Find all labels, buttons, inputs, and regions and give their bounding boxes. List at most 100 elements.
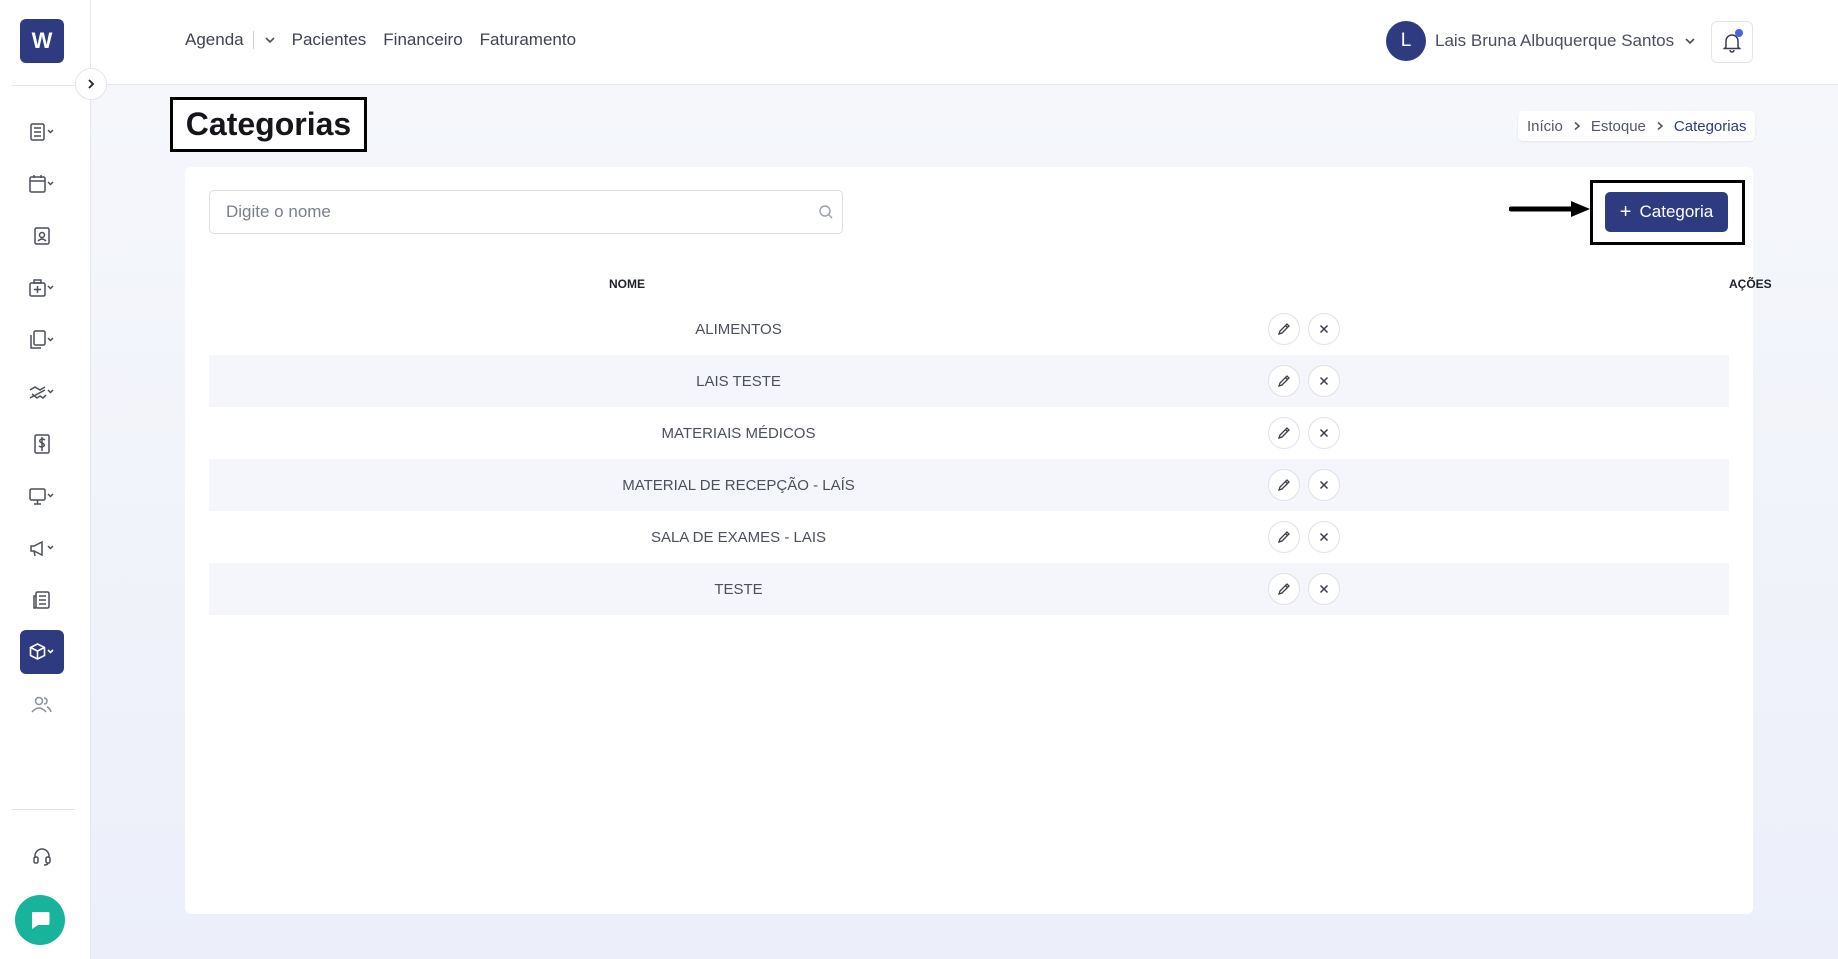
sidebar-item-calendar[interactable] (20, 162, 64, 206)
sidebar-item-news[interactable] (20, 578, 64, 622)
delete-button[interactable] (1308, 313, 1340, 345)
add-category-button[interactable]: + Categoria (1605, 192, 1728, 232)
newspaper-icon (33, 591, 50, 609)
sidebar-item-documents[interactable] (20, 318, 64, 362)
notifications-button[interactable] (1711, 21, 1753, 63)
delete-button[interactable] (1308, 469, 1340, 501)
page-title-text: Categorias (185, 106, 352, 142)
sidebar-item-patients[interactable] (20, 214, 64, 258)
box-icon (29, 643, 54, 660)
edit-button[interactable] (1268, 313, 1300, 345)
notification-dot (1735, 29, 1743, 37)
headset-icon (33, 848, 51, 866)
plus-icon: + (1619, 201, 1632, 223)
table-header: NOME AÇÕES (209, 264, 1772, 303)
column-header-actions-label: AÇÕES (1729, 276, 1772, 291)
close-icon (1319, 532, 1329, 542)
nav-financeiro[interactable]: Financeiro (383, 30, 462, 50)
nav-agenda[interactable]: Agenda (185, 30, 244, 50)
table-row: SALA DE EXAMES - LAIS (209, 511, 1729, 563)
table-row: MATERIAIS MÉDICOS (209, 407, 1729, 459)
delete-button[interactable] (1308, 417, 1340, 449)
users-icon (31, 696, 52, 713)
sidebar-item-users[interactable] (20, 682, 64, 726)
user-menu-toggle[interactable] (1684, 35, 1696, 47)
pencil-icon (1277, 583, 1290, 596)
top-bar: Agenda Pacientes Financeiro Faturamento … (91, 0, 1838, 85)
column-header-actions: AÇÕES (1045, 277, 1772, 291)
pencil-icon (1277, 323, 1290, 336)
agenda-dropdown-toggle[interactable] (264, 34, 276, 46)
nav-pacientes[interactable]: Pacientes (292, 30, 367, 50)
add-button-highlight: + Categoria (1590, 180, 1745, 245)
documents-icon (30, 330, 54, 349)
nav-faturamento[interactable]: Faturamento (480, 30, 576, 50)
category-name: ALIMENTOS (695, 320, 782, 338)
page-title: Categorias (170, 97, 367, 152)
breadcrumb-current: Categorias (1673, 117, 1747, 135)
sidebar-item-monitor[interactable] (20, 474, 64, 518)
chevron-down-icon (265, 37, 275, 44)
pencil-icon (1277, 479, 1290, 492)
edit-button[interactable] (1268, 417, 1300, 449)
user-name: Lais Bruna Albuquerque Santos (1435, 31, 1675, 50)
delete-button[interactable] (1308, 521, 1340, 553)
sidebar-item-support[interactable] (20, 834, 64, 878)
sidebar-item-handshake[interactable] (20, 370, 64, 414)
arrow-annotation (1509, 201, 1590, 217)
close-icon (1319, 428, 1329, 438)
calendar-icon (29, 175, 54, 193)
chevron-right-icon (1574, 121, 1581, 131)
edit-button[interactable] (1268, 573, 1300, 605)
sidebar-divider (12, 85, 75, 86)
table-row: MATERIAL DE RECEPÇÃO - LAÍS (209, 459, 1729, 511)
logo-letter: W (31, 28, 53, 53)
breadcrumb-separator (1655, 121, 1665, 131)
monitor-icon (29, 488, 54, 505)
delete-button[interactable] (1308, 573, 1340, 605)
app-logo[interactable]: W (20, 19, 64, 63)
pencil-icon (1277, 375, 1290, 388)
sidebar-item-medical[interactable] (20, 266, 64, 310)
sidebar-item-marketing[interactable] (20, 526, 64, 570)
row-actions (1268, 469, 1729, 501)
breadcrumb-home[interactable]: Início (1527, 118, 1563, 135)
edit-button[interactable] (1268, 521, 1300, 553)
handshake-icon (29, 386, 54, 399)
search-input[interactable] (210, 191, 842, 233)
close-icon (1319, 480, 1329, 490)
list-icon (30, 123, 54, 141)
patient-card-icon (34, 227, 50, 245)
row-actions (1268, 417, 1729, 449)
chevron-right-icon (1657, 121, 1664, 131)
edit-button[interactable] (1268, 365, 1300, 397)
sidebar-item-finance[interactable] (20, 422, 64, 466)
delete-button[interactable] (1308, 365, 1340, 397)
categories-table: NOME AÇÕES ALIMENTOS LAIS TESTE MATERIAI… (209, 264, 1772, 615)
table-body: ALIMENTOS LAIS TESTE MATERIAIS MÉDICOS M… (209, 303, 1729, 615)
row-actions (1268, 521, 1729, 553)
table-row: TESTE (209, 563, 1729, 615)
chat-button[interactable] (15, 895, 65, 945)
column-header-name: NOME (609, 276, 645, 291)
sidebar-item-list[interactable] (20, 110, 64, 154)
sidebar-toggle-button[interactable] (75, 68, 107, 100)
user-menu[interactable]: L Lais Bruna Albuquerque Santos (1386, 21, 1696, 61)
breadcrumb-stock[interactable]: Estoque (1591, 118, 1646, 135)
search-icon (819, 205, 833, 219)
avatar-initial: L (1400, 30, 1412, 51)
edit-button[interactable] (1268, 469, 1300, 501)
row-actions (1268, 313, 1729, 345)
pencil-icon (1277, 531, 1290, 544)
chat-icon (32, 912, 50, 929)
categories-card: + Categoria NOME AÇÕES ALIMENTOS LAIS TE… (185, 167, 1772, 914)
sidebar-item-stock[interactable] (20, 630, 64, 674)
top-nav: Agenda Pacientes Financeiro Faturamento (185, 30, 593, 50)
chevron-right-icon (88, 79, 95, 89)
category-name: MATERIAIS MÉDICOS (661, 424, 816, 442)
pencil-icon (1277, 427, 1290, 440)
row-actions (1268, 573, 1729, 605)
medical-kit-icon (29, 279, 54, 297)
table-row: ALIMENTOS (209, 303, 1729, 355)
row-actions (1268, 365, 1729, 397)
